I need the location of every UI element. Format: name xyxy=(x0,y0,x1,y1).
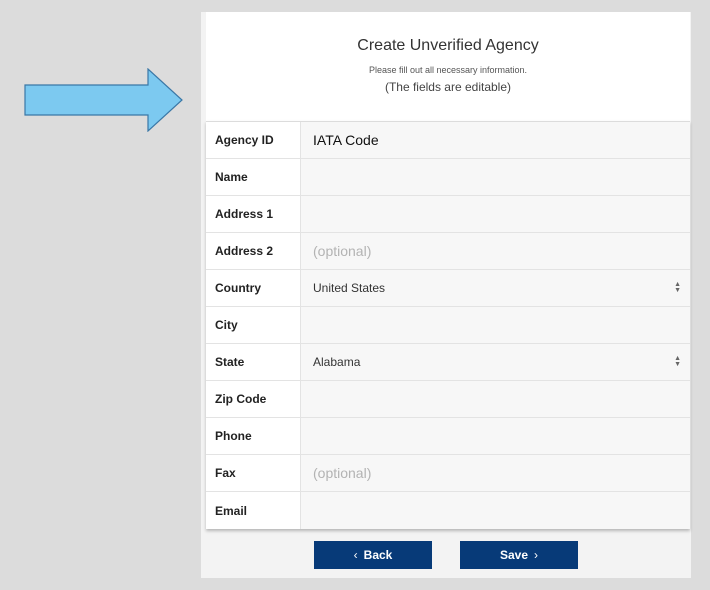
page-title: Create Unverified Agency xyxy=(357,37,539,54)
chevron-left-icon: ‹ xyxy=(353,548,358,562)
form-row-email: Email xyxy=(206,492,690,529)
form-row-fax: Fax xyxy=(206,455,690,492)
agency-id-field[interactable] xyxy=(313,132,690,148)
form-header: Create Unverified Agency Please fill out… xyxy=(206,12,690,121)
zip-code-field[interactable] xyxy=(313,391,690,407)
form-row-city: City xyxy=(206,307,690,344)
country-label: Country xyxy=(206,270,301,306)
state-label: State xyxy=(206,344,301,380)
form-row-country: Country United States ▲ ▼ xyxy=(206,270,690,307)
address-2-field[interactable] xyxy=(313,243,690,259)
email-field[interactable] xyxy=(313,502,690,519)
address-2-label: Address 2 xyxy=(206,233,301,269)
back-button-label: Back xyxy=(363,548,393,562)
email-label: Email xyxy=(206,492,301,529)
pointer-arrow-icon xyxy=(24,68,183,132)
back-button[interactable]: ‹ Back xyxy=(314,541,432,569)
phone-label: Phone xyxy=(206,418,301,454)
address-1-field[interactable] xyxy=(313,206,690,222)
agency-id-label: Agency ID xyxy=(206,122,301,158)
phone-field[interactable] xyxy=(313,428,690,444)
country-select[interactable]: United States xyxy=(313,281,690,295)
fax-label: Fax xyxy=(206,455,301,491)
select-updown-icon: ▲ ▼ xyxy=(674,281,681,294)
form-row-state: State Alabama ▲ ▼ xyxy=(206,344,690,381)
form-footer: ‹ Back Save › xyxy=(201,541,691,578)
create-agency-panel: Create Unverified Agency Please fill out… xyxy=(201,12,691,578)
form-row-agency-id: Agency ID xyxy=(206,122,690,159)
select-updown-icon: ▲ ▼ xyxy=(674,355,681,368)
save-button-label: Save xyxy=(499,548,529,562)
agency-form: Agency ID Name Address 1 Address 2 Count… xyxy=(206,121,690,529)
fax-field[interactable] xyxy=(313,465,690,481)
city-field[interactable] xyxy=(313,317,690,333)
address-1-label: Address 1 xyxy=(206,196,301,232)
city-label: City xyxy=(206,307,301,343)
form-instructions: Please fill out all necessary informatio… xyxy=(368,65,528,75)
chevron-right-icon: › xyxy=(534,548,539,562)
save-button[interactable]: Save › xyxy=(460,541,578,569)
zip-code-label: Zip Code xyxy=(206,381,301,417)
form-row-address-1: Address 1 xyxy=(206,196,690,233)
name-label: Name xyxy=(206,159,301,195)
form-row-zip-code: Zip Code xyxy=(206,381,690,418)
form-row-address-2: Address 2 xyxy=(206,233,690,270)
name-field[interactable] xyxy=(313,169,690,185)
editable-note: (The fields are editable) xyxy=(384,80,512,94)
form-row-name: Name xyxy=(206,159,690,196)
form-row-phone: Phone xyxy=(206,418,690,455)
state-select[interactable]: Alabama xyxy=(313,355,690,369)
